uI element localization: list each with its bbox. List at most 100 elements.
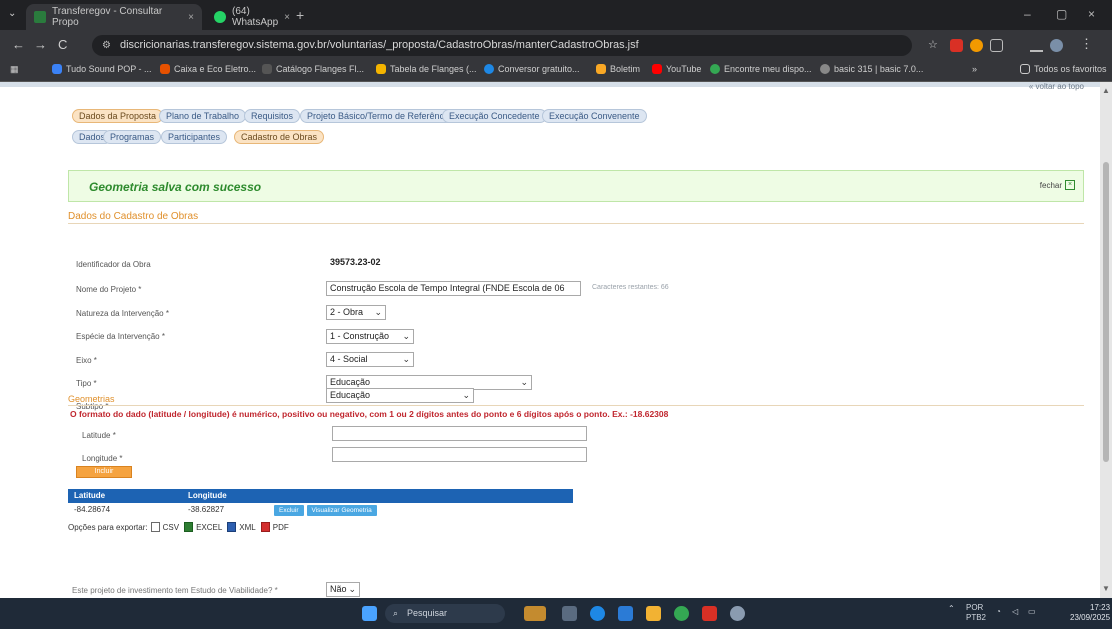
extensions-puzzle-icon[interactable] <box>990 39 1003 52</box>
latitude-input[interactable] <box>332 426 587 441</box>
estudo-viabilidade-select[interactable]: Não ⌄ <box>326 582 360 597</box>
bookmarks-bar: ▦ Tudo Sound POP - ... Caixa e Eco Eletr… <box>0 60 1112 82</box>
bookmark-icon <box>484 64 494 74</box>
bookmark-icon <box>710 64 720 74</box>
wifi-icon[interactable]: ◔ <box>996 607 1001 616</box>
start-windows-icon[interactable] <box>362 606 377 621</box>
close-banner-button[interactable]: fechar × <box>1040 180 1075 190</box>
profile-avatar-icon[interactable] <box>1050 39 1063 52</box>
tab-transferegov[interactable]: Transferegov - Consultar Propo × <box>26 4 202 30</box>
scroll-down-icon[interactable]: ▼ <box>1102 584 1110 593</box>
subtab-cadastro-de-obras[interactable]: Cadastro de Obras <box>234 130 325 144</box>
format-warning: O formato do dado (latitude / longitude)… <box>70 409 669 419</box>
minimize-button[interactable]: – <box>1024 7 1031 21</box>
export-csv-link[interactable]: CSV <box>163 523 179 532</box>
tab-title: Transferegov - Consultar Propo <box>52 6 163 28</box>
back-to-top-link[interactable]: « voltar ao topo <box>1029 82 1084 91</box>
tab-requisitos[interactable]: Requisitos <box>244 109 301 123</box>
tab-search-icon[interactable]: ⌄ <box>8 8 16 19</box>
tab-plano-de-trabalho[interactable]: Plano de Trabalho <box>159 109 247 123</box>
chevron-down-icon: ⌄ <box>402 331 410 341</box>
identificador-label: Identificador da Obra <box>76 260 151 269</box>
bookmark-icon <box>52 64 62 74</box>
bookmark-item[interactable]: Conversor gratuito... <box>484 64 580 74</box>
longitude-cell: -38.62827 <box>188 505 225 514</box>
bookmark-item[interactable]: Boletim <box>596 64 640 74</box>
tab-execucao-concedente[interactable]: Execução Concedente <box>442 109 547 123</box>
site-info-icon[interactable]: ⚙ <box>102 35 111 56</box>
store-icon[interactable] <box>618 606 633 621</box>
csv-file-icon[interactable] <box>150 522 160 532</box>
edge-icon[interactable] <box>590 606 605 621</box>
back-button[interactable]: ← <box>12 37 25 52</box>
eixo-select[interactable]: 4 - Social ⌄ <box>326 352 414 367</box>
extension-icon[interactable] <box>950 39 963 52</box>
maximize-button[interactable]: ▢ <box>1056 7 1067 21</box>
bookmark-item[interactable]: Tabela de Flanges (... <box>376 64 477 74</box>
scrollbar-thumb[interactable] <box>1103 162 1109 462</box>
export-pdf-link[interactable]: PDF <box>273 523 289 532</box>
export-excel-link[interactable]: EXCEL <box>196 523 222 532</box>
nome-projeto-input[interactable]: Construção Escola de Tempo Integral (FND… <box>326 281 581 296</box>
star-icon[interactable]: ☆ <box>928 38 941 51</box>
widget-icon[interactable] <box>524 606 546 621</box>
taskbar-search[interactable]: ⌕ Pesquisar <box>385 604 505 623</box>
all-bookmarks[interactable]: Todos os favoritos <box>1020 64 1107 74</box>
battery-icon[interactable]: ▭ <box>1028 607 1036 616</box>
subtab-participantes[interactable]: Participantes <box>161 130 228 144</box>
excel-file-icon[interactable] <box>184 522 194 532</box>
forward-button[interactable]: → <box>34 37 47 52</box>
incluir-button[interactable]: Incluir <box>76 466 132 478</box>
section-title: Dados do Cadastro de Obras <box>68 211 199 222</box>
close-tab-icon[interactable]: × <box>284 12 290 23</box>
close-window-button[interactable]: × <box>1088 7 1095 21</box>
subtab-programas[interactable]: Programas <box>103 130 162 144</box>
tray-expand-icon[interactable]: ⌃ <box>948 604 955 613</box>
clock[interactable]: 17:23 23/09/2025 <box>1070 603 1110 623</box>
identificador-value: 39573.23-02 <box>330 257 381 267</box>
bookmark-item[interactable]: YouTube <box>652 64 701 74</box>
bookmark-item[interactable]: Encontre meu dispo... <box>710 64 812 74</box>
folder-icon[interactable] <box>646 606 661 621</box>
search-placeholder: Pesquisar <box>407 608 448 618</box>
download-icon[interactable] <box>1030 39 1043 52</box>
bookmark-item[interactable]: Tudo Sound POP - ... <box>52 64 152 74</box>
tab-dados-da-proposta[interactable]: Dados da Proposta <box>72 109 164 123</box>
visualizar-geometria-button[interactable]: Visualizar Geometria <box>306 504 377 516</box>
bookmark-icon <box>376 64 386 74</box>
natureza-select[interactable]: 2 - Obra ⌄ <box>326 305 386 320</box>
reload-button[interactable]: C <box>58 37 67 52</box>
menu-kebab-icon[interactable]: ⋮ <box>1080 36 1093 52</box>
chevron-down-icon: ⌄ <box>374 307 382 317</box>
scroll-up-icon[interactable]: ▲ <box>1102 86 1110 95</box>
new-tab-button[interactable]: + <box>296 7 304 23</box>
task-view-icon[interactable] <box>562 606 577 621</box>
chrome-icon[interactable] <box>674 606 689 621</box>
bookmarks-overflow[interactable]: » <box>972 64 977 74</box>
language-indicator[interactable]: POR PTB2 <box>966 603 986 623</box>
pdf-file-icon[interactable] <box>260 522 270 532</box>
bookmark-item[interactable]: Caixa e Eco Eletro... <box>160 64 256 74</box>
app-icon[interactable] <box>730 606 745 621</box>
tab-projeto-basico[interactable]: Projeto Básico/Termo de Referência <box>300 109 459 123</box>
longitude-input[interactable] <box>332 447 587 462</box>
especie-select[interactable]: 1 - Construção ⌄ <box>326 329 414 344</box>
bookmark-item[interactable]: basic 315 | basic 7.0... <box>820 64 923 74</box>
bookmark-item[interactable]: Catálogo Flanges Fl... <box>262 64 364 74</box>
extension-icon[interactable] <box>970 39 983 52</box>
tipo-label: Tipo * <box>76 379 97 388</box>
excluir-button[interactable]: Excluir <box>274 504 304 516</box>
xml-file-icon[interactable] <box>227 522 237 532</box>
tab-execucao-convenente[interactable]: Execução Convenente <box>542 109 647 123</box>
close-tab-icon[interactable]: × <box>188 12 194 23</box>
url-field[interactable]: ⚙ discricionarias.transferegov.sistema.g… <box>92 35 912 56</box>
tab-whatsapp[interactable]: (64) WhatsApp × <box>206 4 290 30</box>
volume-icon[interactable]: ◁ <box>1012 607 1018 616</box>
address-bar-row: ← → C ⚙ discricionarias.transferegov.sis… <box>0 30 1112 60</box>
page-scrollbar[interactable]: ▲ ▼ <box>1100 82 1112 598</box>
pdf-app-icon[interactable] <box>702 606 717 621</box>
apps-grid-icon[interactable]: ▦ <box>10 64 19 75</box>
subtipo-select[interactable]: Educação ⌄ <box>326 388 474 403</box>
geometria-table: Latitude Longitude -84.28674 -38.62827 E… <box>68 489 573 517</box>
export-xml-link[interactable]: XML <box>239 523 255 532</box>
